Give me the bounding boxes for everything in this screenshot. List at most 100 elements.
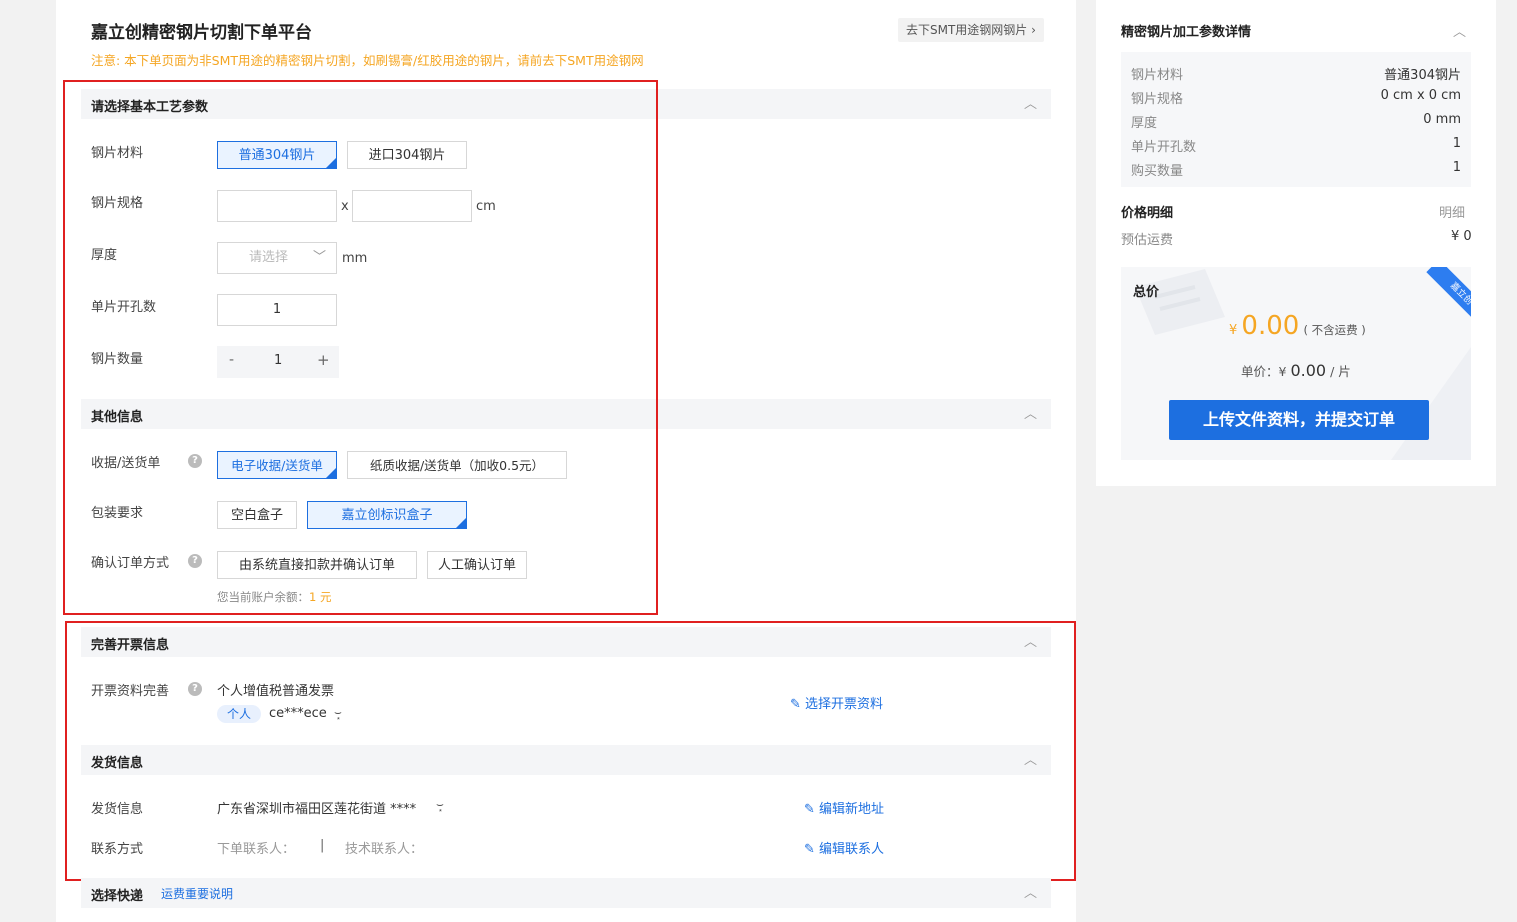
spec-length-input[interactable]: [217, 190, 337, 222]
receipt-option-electronic[interactable]: 电子收据/送货单: [217, 451, 337, 479]
chevron-right-icon: ›: [1031, 23, 1036, 37]
section-invoice-header[interactable]: 完善开票信息 ︿: [81, 627, 1051, 657]
qty-value[interactable]: 1: [274, 353, 282, 368]
spec-x-sign: x: [341, 199, 349, 214]
chevron-up-icon[interactable]: ︿: [1024, 882, 1037, 901]
section-express-title: 选择快递: [91, 889, 144, 904]
receipt-option-paper[interactable]: 纸质收据/送货单（加收0.5元）: [347, 451, 567, 479]
balance-label: 您当前账户余额：: [217, 590, 309, 604]
invoice-label: 开票资料完善: [91, 684, 170, 699]
qty-label: 钢片数量: [91, 352, 144, 367]
unit-price-value: 0.00: [1290, 361, 1327, 380]
qty-minus-button[interactable]: -: [229, 352, 234, 368]
param-row: 钢片材料 普通304钢片: [1131, 64, 1461, 83]
packing-option-branded[interactable]: 嘉立创标识盒子: [307, 501, 467, 529]
chevron-up-icon[interactable]: ︿: [1024, 631, 1037, 650]
chevron-up-icon[interactable]: ︿: [1024, 403, 1037, 422]
thickness-unit: mm: [342, 251, 368, 266]
thickness-placeholder: 请选择: [249, 250, 289, 265]
param-key: 购买数量: [1131, 164, 1184, 179]
total-price: ¥ 0.00 ( 不含运费 ): [1229, 311, 1366, 341]
spec-width-input[interactable]: [352, 190, 472, 222]
spec-unit: cm: [476, 199, 496, 214]
contact-label: 联系方式: [91, 842, 144, 857]
unit-price-label: 单价：: [1241, 364, 1279, 379]
goto-smt-button[interactable]: 去下SMT用途钢网钢片 ›: [898, 18, 1044, 42]
section-shipping-header[interactable]: 发货信息 ︿: [81, 745, 1051, 775]
select-invoice-label: 选择开票资料: [805, 697, 884, 712]
material-label: 钢片材料: [91, 146, 144, 161]
material-option-imported[interactable]: 进口304钢片: [347, 141, 467, 169]
edit-contact-link[interactable]: ✎ 编辑联系人: [804, 838, 884, 857]
confirm-label: 确认订单方式: [91, 556, 170, 571]
balance-text: 您当前账户余额：1 元: [217, 589, 331, 605]
holes-input[interactable]: 1: [217, 294, 337, 326]
param-key: 钢片规格: [1131, 92, 1184, 107]
chevron-down-icon: ﹀: [312, 250, 326, 265]
confirm-option-manual[interactable]: 人工确认订单: [427, 551, 527, 579]
total-price-box: 总价 嘉立创 ¥ 0.00 ( 不含运费 ) 单价：¥ 0.00 / 片 上传文…: [1121, 267, 1471, 460]
invoice-name: ce***ece: [269, 706, 327, 721]
edit-address-label: 编辑新地址: [819, 802, 885, 817]
help-icon[interactable]: ?: [188, 454, 202, 468]
param-key: 厚度: [1131, 116, 1158, 131]
address-label: 发货信息: [91, 802, 144, 817]
select-invoice-link[interactable]: ✎ 选择开票资料: [790, 693, 883, 712]
param-value: 普通304钢片: [1384, 68, 1461, 83]
section-other-title: 其他信息: [91, 410, 144, 425]
param-value: 0 cm x 0 cm: [1380, 88, 1461, 103]
ribbon-badge: 嘉立创: [1417, 267, 1471, 329]
help-icon[interactable]: ?: [188, 554, 202, 568]
param-row: 厚度 0 mm: [1131, 112, 1461, 131]
chevron-up-icon[interactable]: ︿: [1024, 93, 1037, 112]
eye-closed-icon[interactable]: ⌣͙: [436, 797, 444, 812]
goto-smt-label: 去下SMT用途钢网钢片: [906, 23, 1028, 37]
tech-contact: 技术联系人：: [345, 842, 424, 857]
edit-icon: ✎: [804, 842, 815, 857]
param-row: 购买数量 1: [1131, 160, 1461, 179]
help-icon[interactable]: ?: [188, 682, 202, 696]
section-other-header[interactable]: 其他信息 ︿: [81, 399, 1051, 429]
receipt-label: 收据/送货单: [91, 456, 161, 471]
param-row: 钢片规格 0 cm x 0 cm: [1131, 88, 1461, 107]
total-value: 0.00: [1241, 311, 1300, 341]
section-express-header[interactable]: 选择快递 运费重要说明 ︿: [81, 878, 1051, 908]
holes-label: 单片开孔数: [91, 300, 157, 315]
confirm-option-auto[interactable]: 由系统直接扣款并确认订单: [217, 551, 417, 579]
section-invoice-title: 完善开票信息: [91, 638, 170, 653]
price-detail-link[interactable]: 明细: [1439, 202, 1465, 221]
total-note: ( 不含运费 ): [1303, 323, 1366, 337]
unit-price: 单价：¥ 0.00 / 片: [1241, 361, 1351, 380]
chevron-up-icon[interactable]: ︿: [1453, 21, 1466, 40]
param-value: 0 mm: [1423, 112, 1461, 127]
currency-symbol: ¥: [1229, 323, 1238, 338]
express-note-link[interactable]: 运费重要说明: [161, 885, 233, 902]
thickness-select[interactable]: 请选择 ﹀: [217, 242, 337, 274]
summary-title: 精密钢片加工参数详情: [1121, 25, 1252, 40]
chevron-up-icon[interactable]: ︿: [1024, 749, 1037, 768]
param-key: 钢片材料: [1131, 68, 1184, 83]
qty-stepper: - 1 +: [217, 346, 339, 378]
section-shipping-title: 发货信息: [91, 756, 144, 771]
spec-label: 钢片规格: [91, 196, 144, 211]
eye-closed-icon[interactable]: ⌣͙: [334, 705, 342, 720]
edit-address-link[interactable]: ✎ 编辑新地址: [804, 798, 884, 817]
total-label: 总价: [1133, 285, 1160, 300]
invoice-type: 个人增值税普通发票: [217, 684, 335, 699]
balance-value: 1 元: [309, 590, 332, 604]
qty-plus-button[interactable]: +: [317, 351, 330, 369]
packing-option-blank[interactable]: 空白盒子: [217, 501, 297, 529]
param-value: 1: [1452, 136, 1461, 151]
param-value: 1: [1452, 160, 1461, 175]
shipping-fee-value: ¥ 0: [1451, 229, 1472, 244]
section-basic-title: 请选择基本工艺参数: [91, 100, 209, 115]
material-option-normal[interactable]: 普通304钢片: [217, 141, 337, 169]
contact-separator: |: [320, 838, 325, 853]
submit-order-button[interactable]: 上传文件资料，并提交订单: [1169, 400, 1429, 440]
section-basic-header[interactable]: 请选择基本工艺参数 ︿: [81, 89, 1051, 119]
unit-price-unit: / 片: [1330, 364, 1351, 379]
edit-icon: ✎: [804, 802, 815, 817]
invoice-tag: 个人: [217, 705, 262, 723]
unit-price-currency: ¥: [1278, 364, 1287, 379]
price-detail-label: 价格明细: [1121, 206, 1174, 221]
